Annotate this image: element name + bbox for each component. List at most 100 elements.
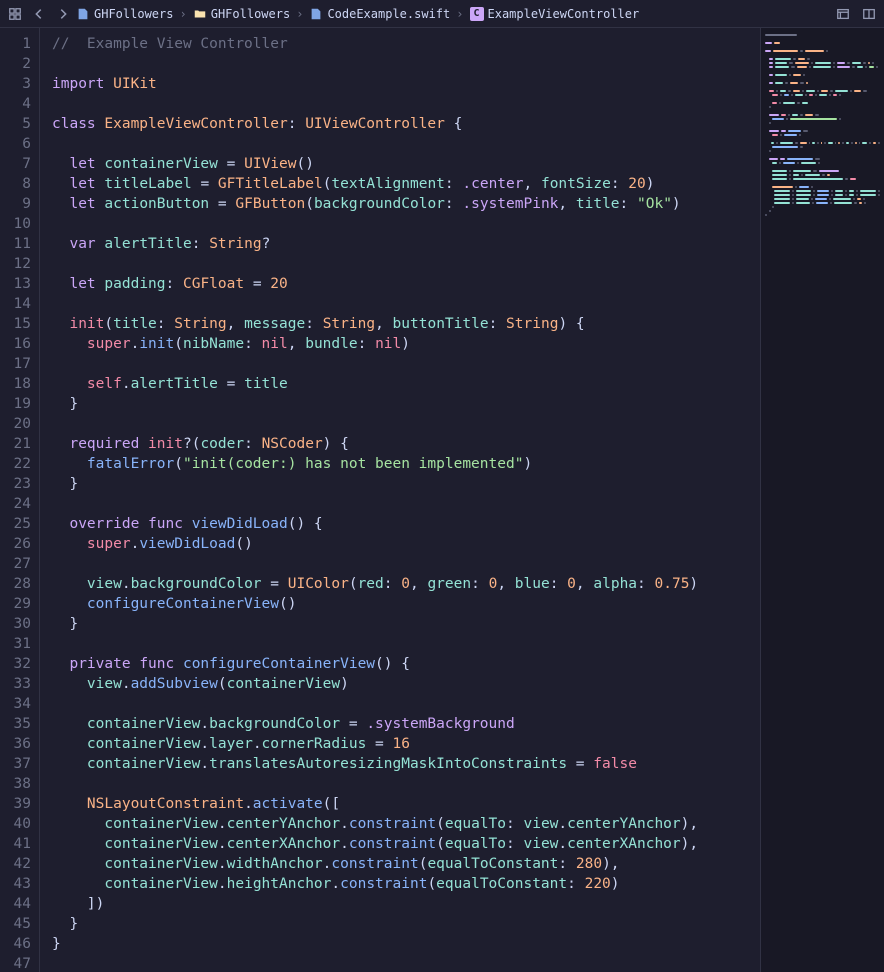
- line-number: 39: [0, 794, 31, 814]
- line-number: 35: [0, 714, 31, 734]
- line-number: 28: [0, 574, 31, 594]
- code-line: let padding: CGFloat = 20: [52, 274, 760, 294]
- line-number: 7: [0, 154, 31, 174]
- line-number: 31: [0, 634, 31, 654]
- code-line: // Example View Controller: [52, 34, 760, 54]
- code-line: fatalError("init(coder:) has not been im…: [52, 454, 760, 474]
- code-line: required init?(coder: NSCoder) {: [52, 434, 760, 454]
- code-line: }: [52, 474, 760, 494]
- line-number: 41: [0, 834, 31, 854]
- line-number: 37: [0, 754, 31, 774]
- line-number: 12: [0, 254, 31, 274]
- line-number: 36: [0, 734, 31, 754]
- code-line: init(title: String, message: String, but…: [52, 314, 760, 334]
- code-line: }: [52, 394, 760, 414]
- line-number: 18: [0, 374, 31, 394]
- code-line: [52, 94, 760, 114]
- code-line: containerView.heightAnchor.constraint(eq…: [52, 874, 760, 894]
- code-line: let titleLabel = GFTitleLabel(textAlignm…: [52, 174, 760, 194]
- breadcrumb-label: ExampleViewController: [488, 7, 640, 21]
- code-line: ]): [52, 894, 760, 914]
- editor[interactable]: 1234567891011121314151617181920212223242…: [0, 28, 760, 972]
- breadcrumb-label: GHFollowers: [94, 7, 173, 21]
- code-line: configureContainerView(): [52, 594, 760, 614]
- breadcrumb-item[interactable]: CodeExample.swift ›: [309, 7, 465, 21]
- related-items-icon[interactable]: [6, 5, 24, 23]
- code-line: [52, 694, 760, 714]
- line-number: 29: [0, 594, 31, 614]
- code-line: [52, 254, 760, 274]
- line-number: 19: [0, 394, 31, 414]
- line-number: 17: [0, 354, 31, 374]
- code-line: [52, 774, 760, 794]
- line-number: 30: [0, 614, 31, 634]
- code-line: containerView.centerYAnchor.constraint(e…: [52, 814, 760, 834]
- add-editor-icon[interactable]: [860, 5, 878, 23]
- line-number: 42: [0, 854, 31, 874]
- line-number: 26: [0, 534, 31, 554]
- main: 1234567891011121314151617181920212223242…: [0, 28, 884, 972]
- toolbar: GHFollowers › GHFollowers › CodeExample.…: [0, 0, 884, 28]
- line-number: 21: [0, 434, 31, 454]
- minimap[interactable]: [760, 28, 884, 972]
- code-line: class ExampleViewController: UIViewContr…: [52, 114, 760, 134]
- code-line: super.viewDidLoad(): [52, 534, 760, 554]
- code-line: [52, 634, 760, 654]
- code-line: [52, 554, 760, 574]
- nav-back-icon[interactable]: [30, 5, 48, 23]
- swift-file-icon: [309, 7, 323, 21]
- code-line: }: [52, 914, 760, 934]
- code-line: }: [52, 614, 760, 634]
- breadcrumb-label: CodeExample.swift: [327, 7, 450, 21]
- line-number: 10: [0, 214, 31, 234]
- code-line: let actionButton = GFButton(backgroundCo…: [52, 194, 760, 214]
- line-number: 27: [0, 554, 31, 574]
- line-number: 25: [0, 514, 31, 534]
- code-line: super.init(nibName: nil, bundle: nil): [52, 334, 760, 354]
- line-number: 38: [0, 774, 31, 794]
- line-number: 6: [0, 134, 31, 154]
- line-number: 9: [0, 194, 31, 214]
- adjust-editor-icon[interactable]: [834, 5, 852, 23]
- line-number: 44: [0, 894, 31, 914]
- line-number: 20: [0, 414, 31, 434]
- code-line: view.backgroundColor = UIColor(red: 0, g…: [52, 574, 760, 594]
- line-number: 11: [0, 234, 31, 254]
- code-line: [52, 54, 760, 74]
- line-number: 8: [0, 174, 31, 194]
- class-icon: C: [470, 7, 484, 21]
- breadcrumb-item[interactable]: C ExampleViewController: [470, 7, 640, 21]
- toolbar-right: [834, 5, 878, 23]
- line-number: 13: [0, 274, 31, 294]
- code-line: [52, 494, 760, 514]
- nav-group: [6, 5, 72, 23]
- code-line: [52, 134, 760, 154]
- breadcrumbs: GHFollowers › GHFollowers › CodeExample.…: [76, 7, 830, 21]
- line-number: 5: [0, 114, 31, 134]
- breadcrumb-item[interactable]: GHFollowers ›: [193, 7, 306, 21]
- line-number: 43: [0, 874, 31, 894]
- line-number: 3: [0, 74, 31, 94]
- line-number: 32: [0, 654, 31, 674]
- line-number: 15: [0, 314, 31, 334]
- code-line: containerView.layer.cornerRadius = 16: [52, 734, 760, 754]
- breadcrumb-item[interactable]: GHFollowers ›: [76, 7, 189, 21]
- code-line: containerView.widthAnchor.constraint(equ…: [52, 854, 760, 874]
- line-number: 45: [0, 914, 31, 934]
- line-number: 16: [0, 334, 31, 354]
- breadcrumb-separator: ›: [179, 7, 186, 21]
- code-line: let containerView = UIView(): [52, 154, 760, 174]
- breadcrumb-label: GHFollowers: [211, 7, 290, 21]
- code-line: [52, 954, 760, 972]
- code-area[interactable]: // Example View Controllerimport UIKitcl…: [40, 28, 760, 972]
- nav-forward-icon[interactable]: [54, 5, 72, 23]
- code-line: view.addSubview(containerView): [52, 674, 760, 694]
- code-line: [52, 294, 760, 314]
- code-line: NSLayoutConstraint.activate([: [52, 794, 760, 814]
- line-number: 1: [0, 34, 31, 54]
- code-line: self.alertTitle = title: [52, 374, 760, 394]
- code-line: containerView.backgroundColor = .systemB…: [52, 714, 760, 734]
- folder-icon: [193, 7, 207, 21]
- code-line: [52, 354, 760, 374]
- line-number: 14: [0, 294, 31, 314]
